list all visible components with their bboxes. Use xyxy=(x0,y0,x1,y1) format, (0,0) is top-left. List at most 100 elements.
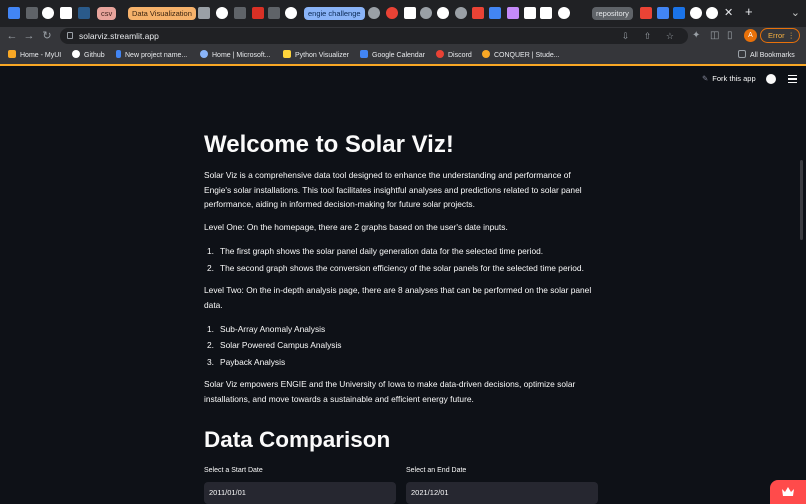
bookmark-home-myui[interactable]: Home - MyUI xyxy=(8,50,61,61)
level-two-text: Level Two: On the in-depth analysis page… xyxy=(204,285,592,310)
wikipedia-tab-icon[interactable] xyxy=(540,7,552,19)
list-item-text: Sub-Array Anomaly Analysis xyxy=(220,323,326,334)
bookmark-discord[interactable]: Discord xyxy=(436,50,472,61)
list-number: 1. xyxy=(207,246,214,256)
error-button[interactable]: Error ⋮ xyxy=(760,28,800,43)
tab-icon[interactable] xyxy=(78,7,90,19)
list-item: 2. The second graph shows the conversion … xyxy=(204,260,600,277)
omnibox-actions[interactable]: ⇩ ⇧ ☆ xyxy=(622,30,680,42)
github-tab-icon[interactable] xyxy=(690,7,702,19)
main-content: Welcome to Solar Viz! Solar Viz is a com… xyxy=(204,128,600,415)
streamlit-badge[interactable] xyxy=(770,480,806,504)
back-icon[interactable]: ← xyxy=(5,29,19,43)
tab-icon[interactable] xyxy=(524,7,536,19)
scrollbar[interactable] xyxy=(800,160,803,240)
docs-tab-icon[interactable] xyxy=(489,7,501,19)
google-tab-icon[interactable] xyxy=(558,7,570,19)
bookmark-icon xyxy=(200,50,208,58)
bookmark-python-visualizer[interactable]: Python Visualizer xyxy=(283,50,349,61)
side-panel-icon[interactable]: ▯ xyxy=(727,29,733,43)
google-tab-icon[interactable] xyxy=(706,7,718,19)
bookmark-icon xyxy=(8,50,16,58)
list-item: 1. Sub-Array Anomaly Analysis xyxy=(204,321,600,338)
github-icon[interactable] xyxy=(766,74,776,84)
all-bookmarks-label: All Bookmarks xyxy=(750,52,795,59)
start-date-input[interactable]: 2011/01/01 xyxy=(204,482,396,504)
docs-tab-icon[interactable] xyxy=(657,7,669,19)
forward-icon[interactable]: → xyxy=(22,29,36,43)
reload-icon[interactable]: ↻ xyxy=(40,29,54,43)
github-icon xyxy=(72,50,80,58)
bookmark-label: Python Visualizer xyxy=(295,52,349,59)
tab-icon[interactable] xyxy=(507,7,519,19)
wikipedia-tab-icon[interactable] xyxy=(60,7,72,19)
tab-icon[interactable] xyxy=(234,7,246,19)
all-bookmarks[interactable]: All Bookmarks xyxy=(738,50,795,61)
tab-engie-challenge[interactable]: engie challenge xyxy=(304,7,365,20)
bookmark-label: Discord xyxy=(448,52,472,59)
kebab-menu-icon[interactable]: ⋮ xyxy=(788,29,796,42)
new-tab-icon[interactable]: + xyxy=(745,4,753,19)
google-tab-icon[interactable] xyxy=(42,7,54,19)
level-one-list: 1. The first graph shows the solar panel … xyxy=(204,243,600,276)
error-label: Error xyxy=(768,31,785,40)
list-item-text: The first graph shows the solar panel da… xyxy=(220,246,544,256)
tab-icon[interactable] xyxy=(404,7,416,19)
level-two-list: 1. Sub-Array Anomaly Analysis 2. Solar Pow… xyxy=(204,321,600,371)
list-item-text: Solar Powered Campus Analysis xyxy=(220,340,342,350)
tab-icon[interactable] xyxy=(26,7,38,19)
intro-paragraph: Solar Viz is a comprehensive data tool d… xyxy=(204,170,582,209)
list-item: 2. Solar Powered Campus Analysis xyxy=(204,337,600,354)
tab-icon[interactable] xyxy=(455,7,467,19)
lock-icon[interactable] xyxy=(67,32,73,39)
browser-toolbar: ← → ↻ solarviz.streamlit.app ⇩ ⇧ ☆ xyxy=(0,27,806,46)
url-text[interactable]: solarviz.streamlit.app xyxy=(79,30,159,42)
docs-tab-icon[interactable] xyxy=(8,7,20,19)
tab-data-visualization[interactable]: Data Visualization xyxy=(128,7,196,20)
bookmark-github[interactable]: Github xyxy=(72,50,105,61)
page-title: Welcome to Solar Viz! xyxy=(204,131,454,158)
bookmark-label: Home - MyUI xyxy=(20,52,62,59)
tab-icon[interactable] xyxy=(268,7,280,19)
start-date-label: Select a Start Date xyxy=(204,467,263,474)
tab-repository[interactable]: repository xyxy=(592,7,633,20)
list-item: 3. Payback Analysis xyxy=(204,354,600,371)
bookmark-new-project[interactable]: New project name... xyxy=(116,50,187,61)
bookmark-microsoft[interactable]: Home | Microsoft... xyxy=(200,50,271,61)
tab-search-chevron-icon[interactable]: ⌄ xyxy=(791,6,800,19)
google-tab-icon[interactable] xyxy=(216,7,228,19)
google-tab-icon[interactable] xyxy=(285,7,297,19)
tab-icon[interactable] xyxy=(198,7,210,19)
extension-icon[interactable]: ◫ xyxy=(710,29,719,43)
level-one-text: Level One: On the homepage, there are 2 … xyxy=(204,222,508,232)
bookmark-icon xyxy=(116,50,121,58)
list-number: 2. xyxy=(207,262,214,273)
profile-avatar[interactable]: A xyxy=(744,29,757,42)
discord-icon xyxy=(436,50,444,58)
list-number: 3. xyxy=(207,356,214,367)
list-item: 1. The first graph shows the solar panel … xyxy=(204,243,600,260)
gmail-tab-icon[interactable] xyxy=(640,7,652,19)
extensions-icon[interactable]: ✦ xyxy=(692,29,700,43)
tab-icon[interactable] xyxy=(252,7,264,19)
gmail-tab-icon[interactable] xyxy=(472,7,484,19)
bookmark-label: Github xyxy=(84,52,105,59)
tab-icon[interactable] xyxy=(368,7,380,19)
bookmark-label: Google Calendar xyxy=(372,52,425,59)
address-bar[interactable]: solarviz.streamlit.app ⇩ ⇧ ☆ xyxy=(60,28,688,44)
list-number: 2. xyxy=(207,340,214,350)
tab-icon[interactable] xyxy=(420,7,432,19)
fork-app-button[interactable]: ✎ Fork this app xyxy=(702,74,756,84)
tab-icon[interactable] xyxy=(673,7,685,19)
bookmark-conquer[interactable]: CONQUER | Stude... xyxy=(482,50,560,61)
end-date-input[interactable]: 2021/12/01 xyxy=(406,482,598,504)
end-date-label: Select an End Date xyxy=(406,467,467,474)
bookmark-google-calendar[interactable]: Google Calendar xyxy=(360,50,425,61)
fork-label: Fork this app xyxy=(712,74,756,83)
folder-icon xyxy=(738,50,746,58)
google-tab-icon[interactable] xyxy=(437,7,449,19)
close-tab-icon[interactable]: ✕ xyxy=(724,6,733,19)
hamburger-menu-icon[interactable] xyxy=(788,75,797,83)
tab-csv[interactable]: csv xyxy=(97,7,117,20)
tab-icon[interactable] xyxy=(386,7,398,19)
